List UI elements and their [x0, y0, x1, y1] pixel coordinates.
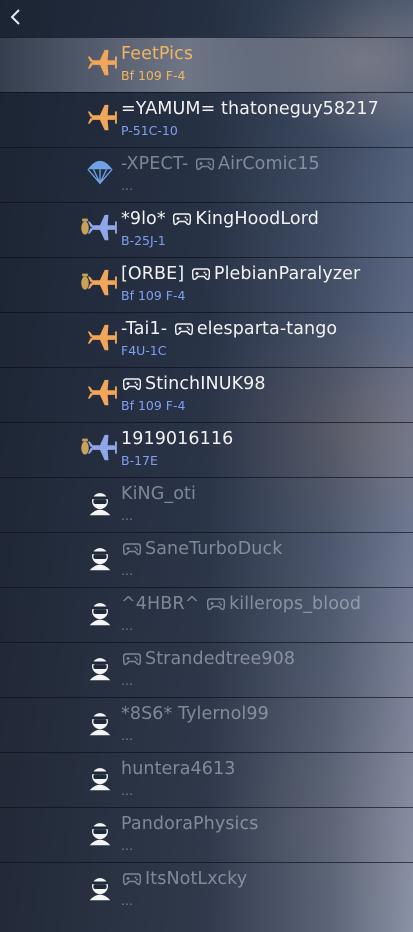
- gamepad-icon: [122, 871, 142, 891]
- gamepad-icon: [122, 541, 142, 561]
- player-name: 1919016116: [121, 429, 233, 449]
- player-vehicle: ...: [121, 783, 133, 798]
- player-name: *8S6* Tylernol99: [121, 704, 269, 724]
- player-name: SaneTurboDuck: [121, 539, 282, 561]
- player-name-text: PandoraPhysics: [121, 814, 259, 834]
- player-name-text: huntera4613: [121, 759, 236, 779]
- player-vehicle: P-51C-10: [121, 123, 178, 138]
- player-name-text: -Tai1-: [121, 319, 173, 339]
- pilot-icon: [89, 823, 111, 846]
- player-list-panel: FeetPics Bf 109 F-4 =YAMUM= thatoneguy582…: [0, 0, 413, 932]
- back-button[interactable]: [4, 4, 28, 30]
- player-gamertag: PlebianParalyzer: [213, 264, 361, 284]
- player-row[interactable]: ItsNotLxcky...: [0, 862, 413, 917]
- player-name: [ORBE] PlebianParalyzer: [121, 264, 360, 286]
- fighter-bomber-plane-icon: [81, 269, 117, 296]
- player-gamertag: ItsNotLxcky: [145, 869, 248, 889]
- player-vehicle: ...: [121, 563, 133, 578]
- player-name: ItsNotLxcky: [121, 869, 247, 891]
- player-row[interactable]: huntera4613...: [0, 752, 413, 807]
- player-name-text: *8S6* Tylernol99: [121, 704, 269, 724]
- pilot-icon: [89, 548, 111, 571]
- player-name: PandoraPhysics: [121, 814, 258, 834]
- player-row[interactable]: -XPECT- AirComic15...: [0, 147, 413, 202]
- player-name: *9lo* KingHoodLord: [121, 209, 319, 231]
- player-vehicle: ...: [121, 178, 133, 193]
- player-name-text: FeetPics: [121, 44, 194, 64]
- player-row[interactable]: [ORBE] PlebianParalyzer Bf 109 F-4: [0, 257, 413, 312]
- player-gamertag: Strandedtree908: [145, 649, 296, 669]
- fighter-plane-icon: [87, 324, 117, 351]
- player-vehicle: ...: [121, 838, 133, 853]
- player-gamertag: AirComic15: [218, 154, 320, 174]
- player-gamertag: killerops_blood: [229, 594, 362, 614]
- bomber-plane-icon: [81, 434, 117, 461]
- gamepad-icon: [191, 266, 211, 286]
- pilot-icon: [89, 603, 111, 626]
- pilot-icon: [89, 768, 111, 791]
- player-name-text: *9lo*: [121, 209, 172, 229]
- parachute-icon: [87, 160, 113, 185]
- pilot-icon: [89, 493, 111, 516]
- player-vehicle: ...: [121, 728, 133, 743]
- player-name-text: =YAMUM= thatoneguy58217: [121, 99, 379, 119]
- player-gamertag: SaneTurboDuck: [145, 539, 283, 559]
- gamepad-icon: [195, 156, 215, 176]
- gamepad-icon: [174, 321, 194, 341]
- pilot-icon: [89, 658, 111, 681]
- player-vehicle: Bf 109 F-4: [121, 398, 186, 413]
- gamepad-icon: [122, 376, 142, 396]
- player-name: FeetPics: [121, 44, 193, 64]
- fighter-plane-icon: [87, 379, 117, 406]
- player-row[interactable]: PandoraPhysics...: [0, 807, 413, 862]
- player-gamertag: KingHoodLord: [195, 209, 319, 229]
- player-name: huntera4613: [121, 759, 235, 779]
- player-name: -XPECT- AirComic15: [121, 154, 320, 176]
- player-row[interactable]: StinchINUK98 Bf 109 F-4: [0, 367, 413, 422]
- player-vehicle: ...: [121, 673, 133, 688]
- player-vehicle: B-17E: [121, 453, 158, 468]
- player-vehicle: ...: [121, 508, 133, 523]
- player-list: FeetPics Bf 109 F-4 =YAMUM= thatoneguy582…: [0, 37, 413, 917]
- player-row[interactable]: -Tai1- elesparta-tango F4U-1C: [0, 312, 413, 367]
- player-gamertag: elesparta-tango: [196, 319, 338, 339]
- pilot-icon: [89, 713, 111, 736]
- player-row[interactable]: =YAMUM= thatoneguy58217 P-51C-10: [0, 92, 413, 147]
- bomber-plane-icon: [81, 214, 117, 241]
- player-name: StinchINUK98: [121, 374, 266, 396]
- player-row[interactable]: ^4HBR^ killerops_blood...: [0, 587, 413, 642]
- gamepad-icon: [173, 211, 192, 231]
- player-name-text: KiNG_oti: [121, 484, 196, 504]
- player-name-text: -XPECT-: [121, 154, 195, 174]
- player-vehicle: ...: [121, 618, 133, 633]
- player-name: -Tai1- elesparta-tango: [121, 319, 337, 341]
- player-name: KiNG_oti: [121, 484, 196, 504]
- player-name-text: 1919016116: [121, 429, 234, 449]
- player-name: ^4HBR^ killerops_blood: [121, 594, 361, 616]
- fighter-plane-icon: [87, 104, 117, 131]
- fighter-plane-icon: [87, 49, 117, 76]
- player-row[interactable]: FeetPics Bf 109 F-4: [0, 37, 413, 92]
- player-vehicle: ...: [121, 893, 133, 908]
- chevron-left-icon: [10, 9, 20, 25]
- player-row[interactable]: KiNG_oti...: [0, 477, 413, 532]
- player-name-text: [ORBE]: [121, 264, 190, 284]
- player-row[interactable]: *9lo* KingHoodLord B-25J-1: [0, 202, 413, 257]
- player-name-text: ^4HBR^: [121, 594, 206, 614]
- player-vehicle: Bf 109 F-4: [121, 288, 186, 303]
- player-name: Strandedtree908: [121, 649, 295, 671]
- player-row[interactable]: 1919016116 B-17E: [0, 422, 413, 477]
- player-name: =YAMUM= thatoneguy58217: [121, 99, 379, 119]
- player-row[interactable]: *8S6* Tylernol99...: [0, 697, 413, 752]
- gamepad-icon: [206, 596, 226, 616]
- player-vehicle: F4U-1C: [121, 343, 167, 358]
- gamepad-icon: [122, 651, 142, 671]
- player-gamertag: StinchINUK98: [145, 374, 266, 394]
- player-vehicle: B-25J-1: [121, 233, 166, 248]
- player-row[interactable]: Strandedtree908...: [0, 642, 413, 697]
- player-row[interactable]: SaneTurboDuck...: [0, 532, 413, 587]
- pilot-icon: [89, 878, 111, 901]
- player-vehicle: Bf 109 F-4: [121, 68, 186, 83]
